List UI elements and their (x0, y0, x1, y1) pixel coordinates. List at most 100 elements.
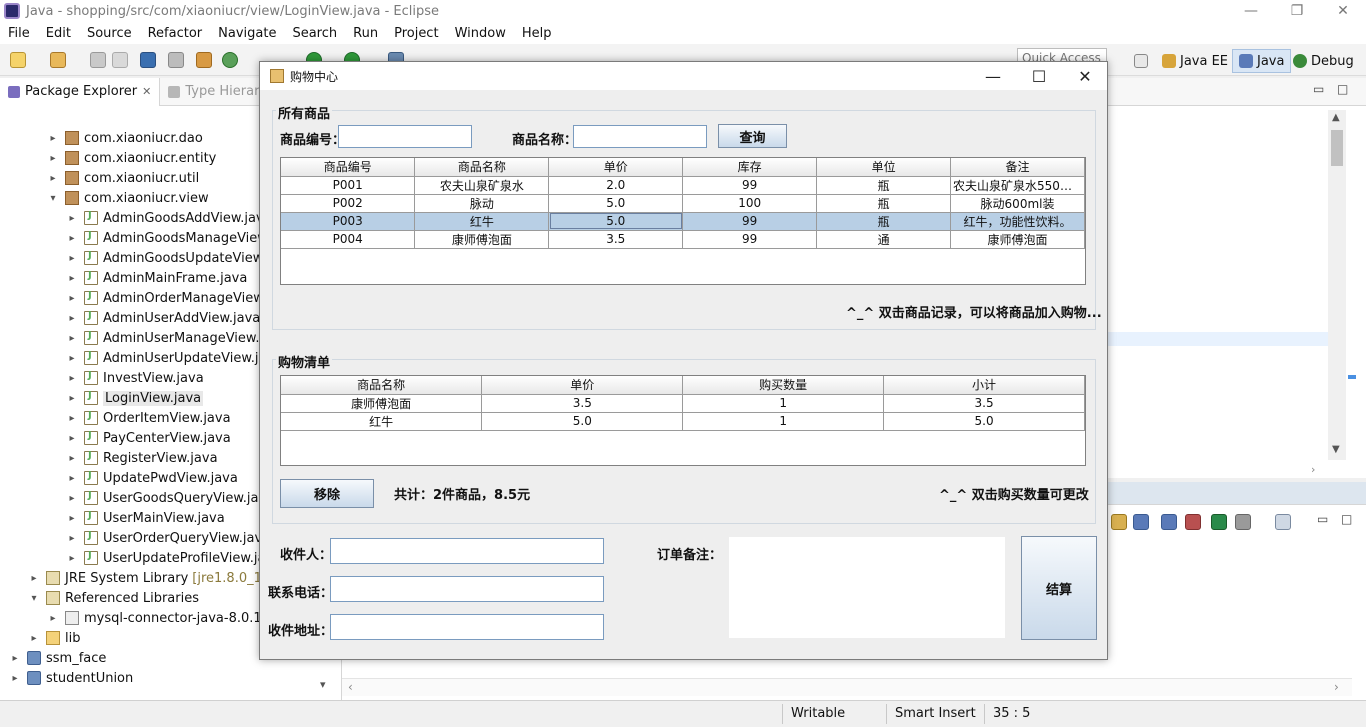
table-cell[interactable]: 瓶 (816, 212, 952, 231)
table-cell[interactable]: 3.5 (481, 394, 684, 413)
receiver-input[interactable] (330, 538, 604, 564)
table-cell[interactable]: 康师傅泡面 (414, 230, 550, 249)
tree-item[interactable]: ▸ UserOrderQueryView.java (66, 528, 270, 548)
tree-item[interactable]: ▸ UpdatePwdView.java (66, 468, 237, 488)
table-cell[interactable]: 农夫山泉矿泉水 (414, 176, 550, 195)
dialog-minimize-icon[interactable]: — (970, 62, 1016, 90)
expand-arrow-icon[interactable]: ▸ (66, 473, 78, 484)
scroll-left-icon[interactable]: ‹ (348, 680, 353, 694)
expand-arrow-icon[interactable]: ▸ (66, 393, 78, 404)
table-cell[interactable]: 通 (816, 230, 952, 249)
goods-column-header[interactable]: 商品名称 (414, 158, 550, 177)
perspective-java[interactable]: Java (1232, 49, 1292, 73)
table-row[interactable]: P004 康师傅泡面 3.5 99 通康师傅泡面 (281, 230, 1085, 249)
goods-name-input[interactable] (573, 125, 707, 148)
query-button[interactable]: 查询 (718, 124, 787, 148)
expand-arrow-icon[interactable]: ▸ (28, 633, 40, 644)
problems-view-icon[interactable] (1133, 514, 1149, 530)
address-input[interactable] (330, 614, 604, 640)
maximize-panel-icon[interactable]: □ (1341, 512, 1352, 526)
menu-refactor[interactable]: Refactor (140, 26, 211, 41)
tree-item[interactable]: ▸ LoginView.java (66, 388, 204, 408)
remark-textarea[interactable] (729, 537, 1005, 638)
expand-arrow-icon[interactable]: ▸ (9, 673, 21, 684)
save-all-icon[interactable] (112, 52, 128, 68)
menu-edit[interactable]: Edit (38, 26, 79, 41)
new-project-icon[interactable] (50, 52, 66, 68)
perspective-java-ee[interactable]: Java EE (1156, 49, 1234, 73)
tree-item[interactable]: ▸ PayCenterView.java (66, 428, 230, 448)
table-cell[interactable]: 2.0 (548, 176, 684, 195)
table-cell[interactable]: P001 (281, 176, 416, 195)
collapse-arrow-icon[interactable]: ▾ (28, 593, 40, 604)
tree-item[interactable]: ▸ RegisterView.java (66, 448, 217, 468)
table-cell[interactable]: 红牛，功能性饮料。 (950, 212, 1085, 231)
table-cell[interactable]: 脉动600ml装 (950, 194, 1085, 213)
table-cell[interactable]: 5.0 (883, 412, 1085, 431)
cart-table[interactable]: 商品名称 单价 购买数量 小计 康师傅泡面 3.5 1 3.5 红牛 5.0 1 5.0 (280, 375, 1086, 466)
expand-arrow-icon[interactable]: ▸ (47, 133, 59, 144)
phone-input[interactable] (330, 576, 604, 602)
expand-arrow-icon[interactable]: ▸ (28, 573, 40, 584)
cart-column-header[interactable]: 小计 (883, 376, 1085, 395)
expand-arrow-icon[interactable]: ▸ (66, 233, 78, 244)
menu-window[interactable]: Window (447, 26, 514, 41)
table-cell[interactable]: 农夫山泉矿泉水550ml... (950, 176, 1085, 195)
table-cell[interactable]: 99 (682, 176, 818, 195)
table-row[interactable]: 康师傅泡面 3.5 1 3.5 (281, 394, 1085, 413)
tree-item[interactable]: ▸ AdminUserAddView.java (66, 308, 260, 328)
menu-project[interactable]: Project (386, 26, 446, 41)
tree-item[interactable]: ▾ Referenced Libraries (28, 588, 199, 608)
table-cell[interactable]: P002 (281, 194, 416, 213)
tree-item[interactable]: ▾ com.xiaoniucr.view (47, 188, 208, 208)
table-cell[interactable]: 红牛 (281, 412, 483, 431)
tree-item[interactable]: ▸ AdminUserUpdateView.ja (66, 348, 266, 368)
goods-column-header[interactable]: 备注 (950, 158, 1085, 177)
table-cell[interactable]: 5.0 (481, 412, 684, 431)
tree-item[interactable]: ▸ AdminGoodsManageView. (66, 228, 270, 248)
table-cell[interactable]: 1 (682, 412, 885, 431)
tree-item[interactable]: ▸ com.xiaoniucr.util (47, 168, 199, 188)
pin-console-icon[interactable] (1211, 514, 1227, 530)
remove-launch-icon[interactable] (1185, 514, 1201, 530)
scroll-thumb[interactable] (1331, 130, 1343, 166)
tree-item[interactable]: ▸ InvestView.java (66, 368, 203, 388)
console-horizontal-scrollbar[interactable]: ‹ › (342, 678, 1352, 696)
expand-arrow-icon[interactable]: ▸ (66, 333, 78, 344)
menu-help[interactable]: Help (514, 26, 560, 41)
build-icon[interactable] (196, 52, 212, 68)
perspective-debug[interactable]: Debug (1287, 49, 1360, 73)
editor-horizontal-scrollbar[interactable]: › (1107, 463, 1347, 477)
tree-item[interactable]: ▸ mysql-connector-java-8.0.11.ja (47, 608, 285, 628)
tree-item[interactable]: ▸ UserGoodsQueryView.java (66, 488, 274, 508)
table-cell[interactable]: 99 (682, 230, 818, 249)
expand-arrow-icon[interactable]: ▸ (66, 313, 78, 324)
minimize-icon[interactable]: — (1228, 0, 1274, 22)
scroll-down-icon[interactable]: ▾ (320, 678, 326, 691)
goods-column-header[interactable]: 库存 (682, 158, 818, 177)
expand-arrow-icon[interactable]: ▸ (47, 153, 59, 164)
expand-arrow-icon[interactable]: ▸ (9, 653, 21, 664)
expand-arrow-icon[interactable]: ▸ (66, 373, 78, 384)
table-cell[interactable]: 1 (682, 394, 885, 413)
restore-icon[interactable]: ❐ (1274, 0, 1320, 22)
open-console-icon[interactable] (1275, 514, 1291, 530)
table-cell[interactable]: 红牛 (414, 212, 550, 231)
tree-item[interactable]: ▸ AdminGoodsUpdateView.j (66, 248, 269, 268)
goods-column-header[interactable]: 商品编号 (281, 158, 416, 177)
open-perspective-button[interactable] (1128, 49, 1154, 73)
table-cell[interactable]: 瓶 (816, 194, 952, 213)
console-icon[interactable] (140, 52, 156, 68)
table-cell[interactable]: P003 (281, 212, 416, 231)
table-cell[interactable]: 100 (682, 194, 818, 213)
tree-item[interactable]: ▸ UserMainView.java (66, 508, 224, 528)
menu-navigate[interactable]: Navigate (210, 26, 284, 41)
menu-file[interactable]: File (0, 26, 38, 41)
expand-arrow-icon[interactable]: ▸ (66, 413, 78, 424)
tree-item[interactable]: ▸ lib (28, 628, 80, 648)
table-cell[interactable]: 瓶 (816, 176, 952, 195)
display-console-icon[interactable] (1235, 514, 1251, 530)
save-icon[interactable] (90, 52, 106, 68)
goods-column-header[interactable]: 单价 (548, 158, 684, 177)
cart-column-header[interactable]: 单价 (481, 376, 684, 395)
